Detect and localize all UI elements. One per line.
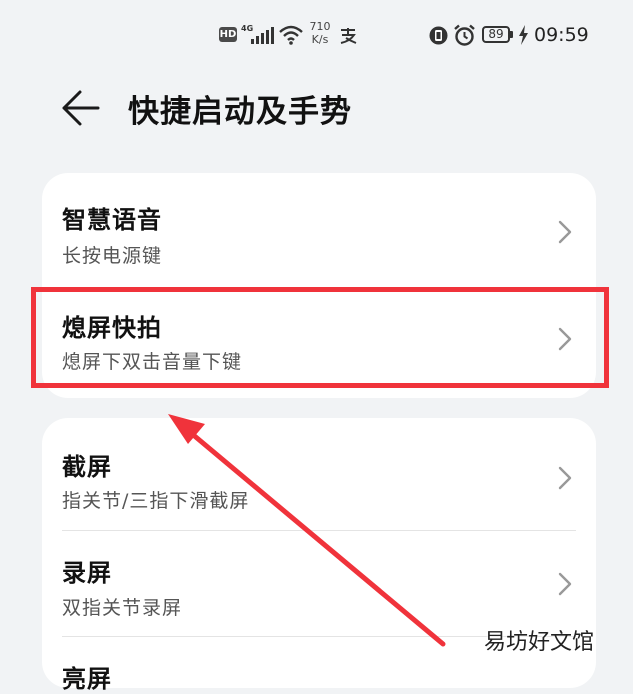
signal-icon — [251, 27, 274, 44]
network-speed-value: 710 — [309, 20, 331, 33]
battery-tip — [510, 31, 513, 38]
alipay-icon — [340, 28, 357, 44]
list-item-screen-off-snapshot[interactable]: 熄屏快拍 熄屏下双击音量下键 — [42, 285, 596, 398]
list-item-subtitle: 指关节/三指下滑截屏 — [62, 490, 250, 512]
wifi-icon — [279, 25, 303, 45]
list-item-title: 智慧语音 — [62, 206, 162, 234]
list-item-smart-voice[interactable]: 智慧语音 长按电源键 — [42, 173, 596, 285]
list-item-subtitle: 长按电源键 — [62, 245, 163, 267]
hd-badge: HD — [219, 27, 237, 42]
back-arrow-icon[interactable] — [60, 88, 102, 128]
list-item-subtitle: 双指关节录屏 — [62, 597, 183, 619]
network-speed-unit: K/s — [311, 33, 329, 46]
list-item-title: 熄屏快拍 — [62, 314, 162, 342]
list-item-title: 亮屏 — [62, 665, 112, 693]
settings-group-1: 智慧语音 长按电源键 熄屏快拍 熄屏下双击音量下键 — [42, 173, 596, 398]
page-title: 快捷启动及手势 — [128, 94, 352, 130]
chevron-right-icon — [558, 220, 572, 244]
list-item-subtitle: 熄屏下双击音量下键 — [62, 351, 243, 373]
list-item-screenshot[interactable]: 截屏 指关节/三指下滑截屏 — [42, 418, 596, 530]
vibrate-icon — [429, 26, 448, 45]
charging-icon — [519, 25, 528, 45]
alarm-icon — [454, 24, 475, 46]
list-item-title: 录屏 — [62, 559, 112, 587]
chevron-right-icon — [558, 466, 572, 490]
chevron-right-icon — [558, 327, 572, 351]
chevron-right-icon — [558, 572, 572, 596]
status-time: 09:59 — [534, 24, 589, 46]
watermark: 易坊好文馆 — [484, 630, 595, 655]
network-speed: 710 K/s — [307, 20, 333, 46]
status-bar: HD 4G 710 K/s 89 09:59 — [0, 0, 633, 70]
list-item-screen-recording[interactable]: 录屏 双指关节录屏 — [42, 531, 596, 636]
battery-icon: 89 — [482, 26, 510, 43]
list-item-title: 截屏 — [62, 453, 112, 481]
